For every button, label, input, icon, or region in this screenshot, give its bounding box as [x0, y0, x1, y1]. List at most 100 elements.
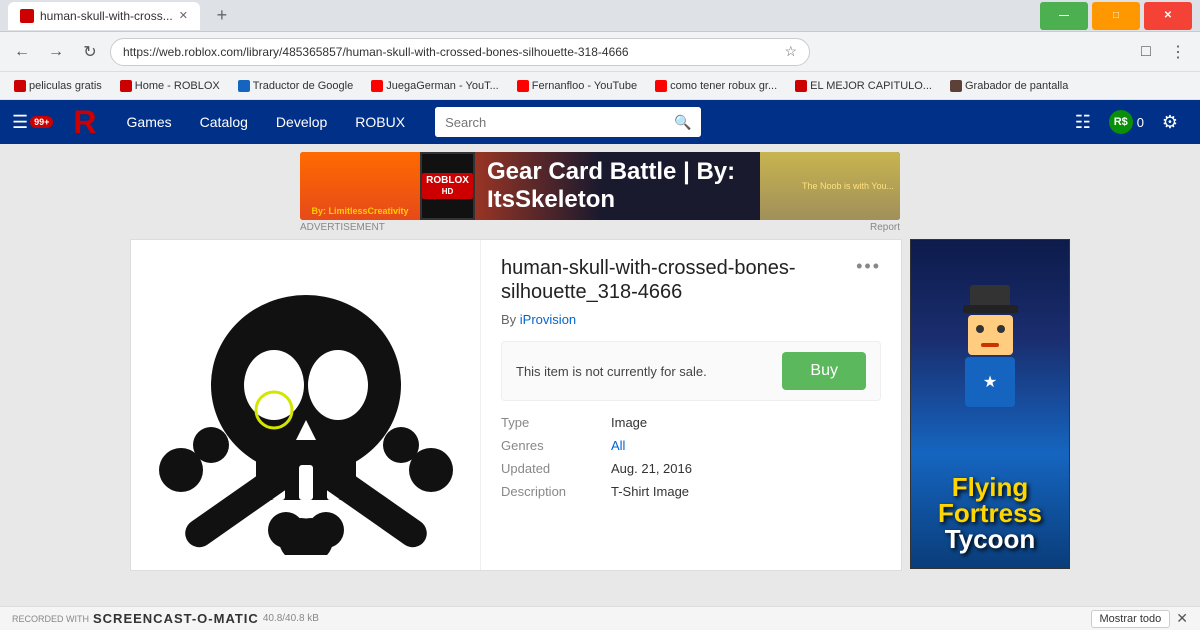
- forward-button[interactable]: →: [42, 38, 70, 66]
- url-text: https://web.roblox.com/library/485365857…: [123, 45, 784, 59]
- chat-icon[interactable]: ☷: [1065, 104, 1101, 140]
- ad-by-limitless: By: LimitlessCreativity: [311, 206, 408, 216]
- nav-catalog[interactable]: Catalog: [186, 100, 262, 144]
- ad-logo-area: ROBLOXHD: [420, 152, 475, 220]
- updated-value: Aug. 21, 2016: [611, 461, 881, 476]
- buy-button[interactable]: Buy: [782, 352, 866, 390]
- item-author: By iProvision: [501, 312, 881, 327]
- search-input[interactable]: [435, 107, 665, 137]
- bottom-close-button[interactable]: ✕: [1176, 610, 1188, 627]
- url-bar[interactable]: https://web.roblox.com/library/485365857…: [110, 38, 810, 66]
- robux-display: R$ 0: [1109, 110, 1144, 134]
- not-for-sale-banner: This item is not currently for sale. Buy: [501, 341, 881, 401]
- bookmark-fernanfloo[interactable]: Fernanfloo - YouTube: [511, 78, 643, 94]
- ad-banner: By: LimitlessCreativity ROBLOXHD Gear Ca…: [300, 152, 900, 220]
- browser-frame: human-skull-with-cross... ✕ + — □ ✕ ← → …: [0, 0, 1200, 630]
- bookmark-grabador[interactable]: Grabador de pantalla: [944, 78, 1074, 94]
- show-all-button[interactable]: Mostrar todo: [1091, 610, 1171, 628]
- advertisement-label: ADVERTISEMENT: [300, 222, 385, 233]
- ad-info: ADVERTISEMENT Report: [300, 222, 900, 233]
- ad-tagline: The Noob is with You...: [802, 181, 894, 191]
- item-title-row: human-skull-with-crossed-bones-silhouett…: [501, 256, 881, 304]
- nav-games[interactable]: Games: [113, 100, 186, 144]
- description-label: Description: [501, 484, 611, 499]
- settings-icon[interactable]: ⚙: [1152, 104, 1188, 140]
- item-image-area: [131, 240, 481, 570]
- more-options-button[interactable]: •••: [856, 256, 881, 277]
- tab-close-button[interactable]: ✕: [179, 9, 188, 22]
- character-body: ★: [965, 357, 1015, 407]
- close-window-button[interactable]: ✕: [1144, 2, 1192, 30]
- roblox-logo: R: [73, 104, 96, 141]
- genres-label: Genres: [501, 438, 611, 453]
- maximize-button[interactable]: □: [1092, 2, 1140, 30]
- ad-right-preview: The Noob is with You...: [760, 152, 900, 220]
- file-size: 40.8/40.8 kB: [263, 613, 319, 624]
- bookmark-icon: [371, 80, 383, 92]
- bookmark-traductor[interactable]: Traductor de Google: [232, 78, 359, 94]
- bottom-bar: RECORDED WITH SCREENCAST-O-MATIC 40.8/40…: [0, 606, 1200, 630]
- back-button[interactable]: ←: [8, 38, 36, 66]
- robux-icon: R$: [1109, 110, 1133, 134]
- bookmark-label: como tener robux gr...: [670, 80, 777, 92]
- tab-title: human-skull-with-cross...: [40, 9, 173, 23]
- right-ad-art: ★: [930, 256, 1050, 436]
- report-label[interactable]: Report: [870, 222, 900, 233]
- bookmark-icon: [950, 80, 962, 92]
- ad-right: Gear Card Battle | By: ItsSkeleton: [475, 152, 760, 220]
- bookmark-label: Fernanfloo - YouTube: [532, 80, 637, 92]
- robux-count: 0: [1137, 115, 1144, 130]
- not-for-sale-text: This item is not currently for sale.: [516, 364, 707, 379]
- bookmark-icon: [795, 80, 807, 92]
- bookmark-label: JuegaGerman - YouT...: [386, 80, 499, 92]
- settings-menu-button[interactable]: ⋮: [1164, 38, 1192, 66]
- bookmark-label: EL MEJOR CAPITULO...: [810, 80, 932, 92]
- bookmark-label: Home - ROBLOX: [135, 80, 220, 92]
- page-content: ☰ 99+ R Games Catalog Develop ROBUX 🔍 ☷ …: [0, 100, 1200, 606]
- reload-button[interactable]: ↻: [76, 38, 104, 66]
- bookmark-icon: [14, 80, 26, 92]
- bookmark-peliculas[interactable]: peliculas gratis: [8, 78, 108, 94]
- nav-robux[interactable]: ROBUX: [341, 100, 419, 144]
- bookmark-mejor-capitulo[interactable]: EL MEJOR CAPITULO...: [789, 78, 938, 94]
- browser-menu: □ ⋮: [1132, 38, 1192, 66]
- bookmark-icon: [238, 80, 250, 92]
- right-ad: ★ FlyingFortressTycoon: [910, 239, 1070, 569]
- item-panel: human-skull-with-crossed-bones-silhouett…: [130, 239, 902, 571]
- bookmark-robux[interactable]: como tener robux gr...: [649, 78, 783, 94]
- ad-title: Gear Card Battle | By: ItsSkeleton: [487, 158, 760, 214]
- type-value: Image: [611, 415, 881, 430]
- skull-image: [156, 255, 456, 555]
- nav-develop[interactable]: Develop: [262, 100, 341, 144]
- browser-tab[interactable]: human-skull-with-cross... ✕: [8, 2, 200, 30]
- item-title: human-skull-with-crossed-bones-silhouett…: [501, 256, 841, 304]
- bookmark-label: Traductor de Google: [253, 80, 353, 92]
- bookmark-icon: [517, 80, 529, 92]
- hamburger-menu[interactable]: ☰ 99+: [12, 112, 53, 133]
- author-prefix: By: [501, 312, 516, 327]
- address-bar: ← → ↻ https://web.roblox.com/library/485…: [0, 32, 1200, 72]
- recorded-with-label: RECORDED WITH: [12, 614, 89, 624]
- search-button[interactable]: 🔍: [665, 107, 701, 137]
- new-tab-button[interactable]: +: [208, 2, 236, 30]
- genres-value[interactable]: All: [611, 438, 881, 453]
- cast-icon[interactable]: □: [1132, 38, 1160, 66]
- bookmark-juegagerman[interactable]: JuegaGerman - YouT...: [365, 78, 505, 94]
- description-value: T-Shirt Image: [611, 484, 881, 499]
- bookmark-icon: [655, 80, 667, 92]
- hat-brim-top: [970, 285, 1010, 305]
- bookmark-roblox-home[interactable]: Home - ROBLOX: [114, 78, 226, 94]
- minimize-button[interactable]: —: [1040, 2, 1088, 30]
- bookmarks-bar: peliculas gratis Home - ROBLOX Traductor…: [0, 72, 1200, 100]
- window-controls: — □ ✕: [1040, 2, 1192, 30]
- roblox-navbar: ☰ 99+ R Games Catalog Develop ROBUX 🔍 ☷ …: [0, 100, 1200, 144]
- author-link[interactable]: iProvision: [520, 312, 576, 327]
- bookmark-label: Grabador de pantalla: [965, 80, 1068, 92]
- bookmark-star-icon[interactable]: ☆: [784, 43, 797, 60]
- item-metadata: Type Image Genres All Updated Aug. 21, 2…: [501, 415, 881, 499]
- screencast-brand: SCREENCAST-O-MATIC: [93, 611, 259, 626]
- hat-brim: [963, 305, 1018, 313]
- bookmark-icon: [120, 80, 132, 92]
- bookmark-label: peliculas gratis: [29, 80, 102, 92]
- character-head: [968, 315, 1013, 355]
